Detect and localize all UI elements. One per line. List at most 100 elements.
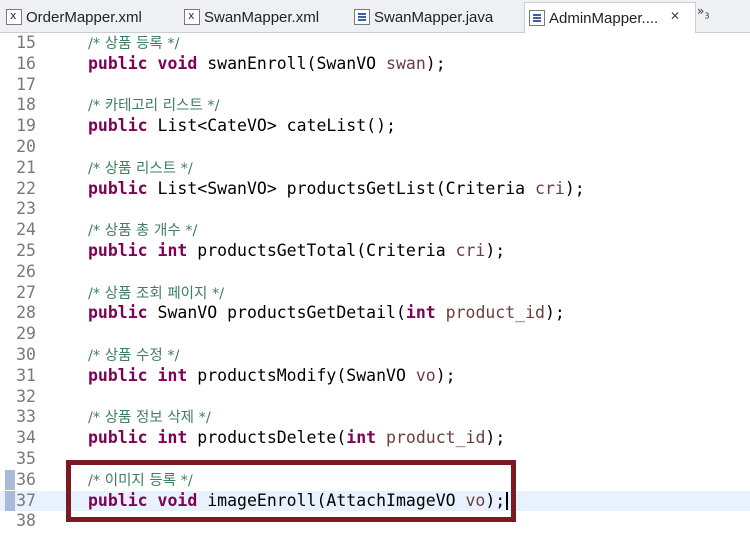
close-tab-icon[interactable]: ✕ <box>670 9 680 23</box>
code-keyword: public int <box>88 241 188 260</box>
line-number: 24 <box>16 220 36 240</box>
code-parameter: vo <box>415 365 436 385</box>
tab-swanmapper-xml[interactable]: SwanMapper.xml <box>184 3 319 31</box>
code-line[interactable]: 21 /* 상품 리스트 */ <box>0 158 750 179</box>
code-parameter: product_id <box>445 303 545 323</box>
code-text: public int productsModify(SwanVO vo); <box>88 366 456 387</box>
tab-label: SwanMapper.xml <box>204 8 320 26</box>
line-number: 18 <box>16 95 36 115</box>
code-line[interactable]: 25 public int productsGetTotal(Criteria c… <box>0 241 750 262</box>
line-number: 17 <box>16 74 36 94</box>
code-keyword: public void <box>88 53 198 73</box>
code-text: public int productsGetTotal(Criteria cri… <box>88 241 505 262</box>
code-keyword: public int <box>88 428 188 448</box>
code-keyword: int <box>405 303 436 323</box>
code-token: List<SwanVO> productsGetList(Criteria <box>147 178 536 198</box>
code-line[interactable]: 34 public int productsDelete(int product_… <box>0 428 750 449</box>
line-number: 38 <box>16 511 36 531</box>
line-number: 20 <box>16 137 36 156</box>
code-line[interactable]: 30 /* 상품 수정 */ <box>0 345 750 366</box>
code-text: public int productsDelete(int product_id… <box>88 428 505 449</box>
line-number: 21 <box>16 157 36 177</box>
line-number: 15 <box>16 33 36 52</box>
code-token: swanEnroll(SwanVO <box>197 53 387 73</box>
line-number: 25 <box>16 241 36 260</box>
code-text: public List<SwanVO> productsGetList(Crit… <box>88 179 585 200</box>
tab-overflow-button[interactable]: »3 <box>697 4 709 20</box>
code-keyword: public <box>88 303 148 323</box>
tab-swanmapper-java[interactable]: SwanMapper.java <box>354 3 493 31</box>
line-number: 33 <box>16 407 36 427</box>
tab-ordermapper-xml[interactable]: OrderMapper.xml <box>6 3 142 31</box>
code-token: ); <box>435 365 456 385</box>
code-parameter: cri <box>455 241 486 260</box>
editor-tab-bar: OrderMapper.xml SwanMapper.xml SwanMappe… <box>0 0 750 33</box>
code-line[interactable]: 29 <box>0 324 750 345</box>
line-number: 16 <box>16 53 36 73</box>
code-line[interactable]: 33 /* 상품 정보 삭제 */ <box>0 407 750 428</box>
code-token: ); <box>485 428 506 448</box>
java-file-icon <box>529 10 545 26</box>
code-token: ); <box>564 178 585 198</box>
code-text: public List<CateVO> cateList(); <box>88 116 396 137</box>
line-number: 36 <box>16 469 36 489</box>
code-line[interactable]: 22 public List<SwanVO> productsGetList(Cr… <box>0 179 750 200</box>
code-text: /* 카테고리 리스트 */ <box>88 95 219 117</box>
code-line[interactable]: 24 /* 상품 총 개수 */ <box>0 220 750 241</box>
code-text: /* 상품 총 개수 */ <box>88 220 197 242</box>
code-line[interactable]: 15 /* 상품 등록 */ <box>0 33 750 54</box>
code-line[interactable]: 28 public SwanVO productsGetDetail(int pr… <box>0 303 750 324</box>
code-keyword: int <box>346 428 377 448</box>
code-parameter: cri <box>535 178 565 198</box>
code-line[interactable]: 17 <box>0 75 750 96</box>
line-number: 31 <box>16 365 36 385</box>
code-text: /* 상품 등록 */ <box>88 33 179 55</box>
code-line[interactable]: 20 <box>0 137 750 158</box>
code-token: List<CateVO> cateList(); <box>147 116 396 136</box>
code-line[interactable]: 26 <box>0 262 750 283</box>
code-token: productsModify(SwanVO <box>187 365 416 385</box>
code-comment: /* 상품 정보 삭제 */ <box>88 410 211 427</box>
highlight-annotation-box <box>66 460 516 522</box>
code-text: /* 상품 리스트 */ <box>88 158 193 180</box>
code-line[interactable]: 27 /* 상품 조회 페이지 */ <box>0 283 750 304</box>
code-line[interactable]: 18 /* 카테고리 리스트 */ <box>0 95 750 116</box>
code-keyword: public <box>88 178 148 198</box>
code-token: SwanVO productsGetDetail( <box>147 303 406 323</box>
line-number: 28 <box>16 303 36 323</box>
line-number: 37 <box>16 490 36 510</box>
code-comment: /* 카테고리 리스트 */ <box>88 98 220 115</box>
code-comment: /* 상품 조회 페이지 */ <box>88 285 225 302</box>
line-number: 32 <box>16 386 36 406</box>
line-number: 23 <box>16 199 36 219</box>
line-number: 22 <box>16 178 36 198</box>
code-line[interactable]: 16 public void swanEnroll(SwanVO swan); <box>0 54 750 75</box>
code-line[interactable]: 31 public int productsModify(SwanVO vo); <box>0 366 750 387</box>
line-number: 27 <box>16 282 36 302</box>
code-parameter: product_id <box>386 428 486 448</box>
code-token: ); <box>544 303 565 323</box>
code-keyword: public int <box>88 365 188 385</box>
code-comment: /* 상품 리스트 */ <box>88 160 193 177</box>
code-token: ); <box>425 53 446 73</box>
code-comment: /* 상품 총 개수 */ <box>88 223 198 240</box>
line-number: 34 <box>16 428 36 448</box>
line-number: 26 <box>16 261 36 281</box>
code-keyword: public <box>88 116 148 136</box>
code-line[interactable]: 32 <box>0 387 750 408</box>
line-number: 35 <box>16 449 36 468</box>
code-parameter: swan <box>386 53 426 73</box>
code-text: /* 상품 조회 페이지 */ <box>88 283 224 305</box>
code-text: public void swanEnroll(SwanVO swan); <box>88 54 446 75</box>
code-line[interactable]: 19 public List<CateVO> cateList(); <box>0 116 750 137</box>
code-text: public SwanVO productsGetDetail(int prod… <box>88 303 565 324</box>
code-token: productsGetTotal(Criteria <box>187 241 456 260</box>
code-line[interactable]: 23 <box>0 199 750 220</box>
xml-file-icon <box>6 9 22 25</box>
code-comment: /* 상품 등록 */ <box>88 36 180 52</box>
line-number: 30 <box>16 345 36 364</box>
tab-label: SwanMapper.java <box>374 8 494 26</box>
java-file-icon <box>354 9 370 25</box>
